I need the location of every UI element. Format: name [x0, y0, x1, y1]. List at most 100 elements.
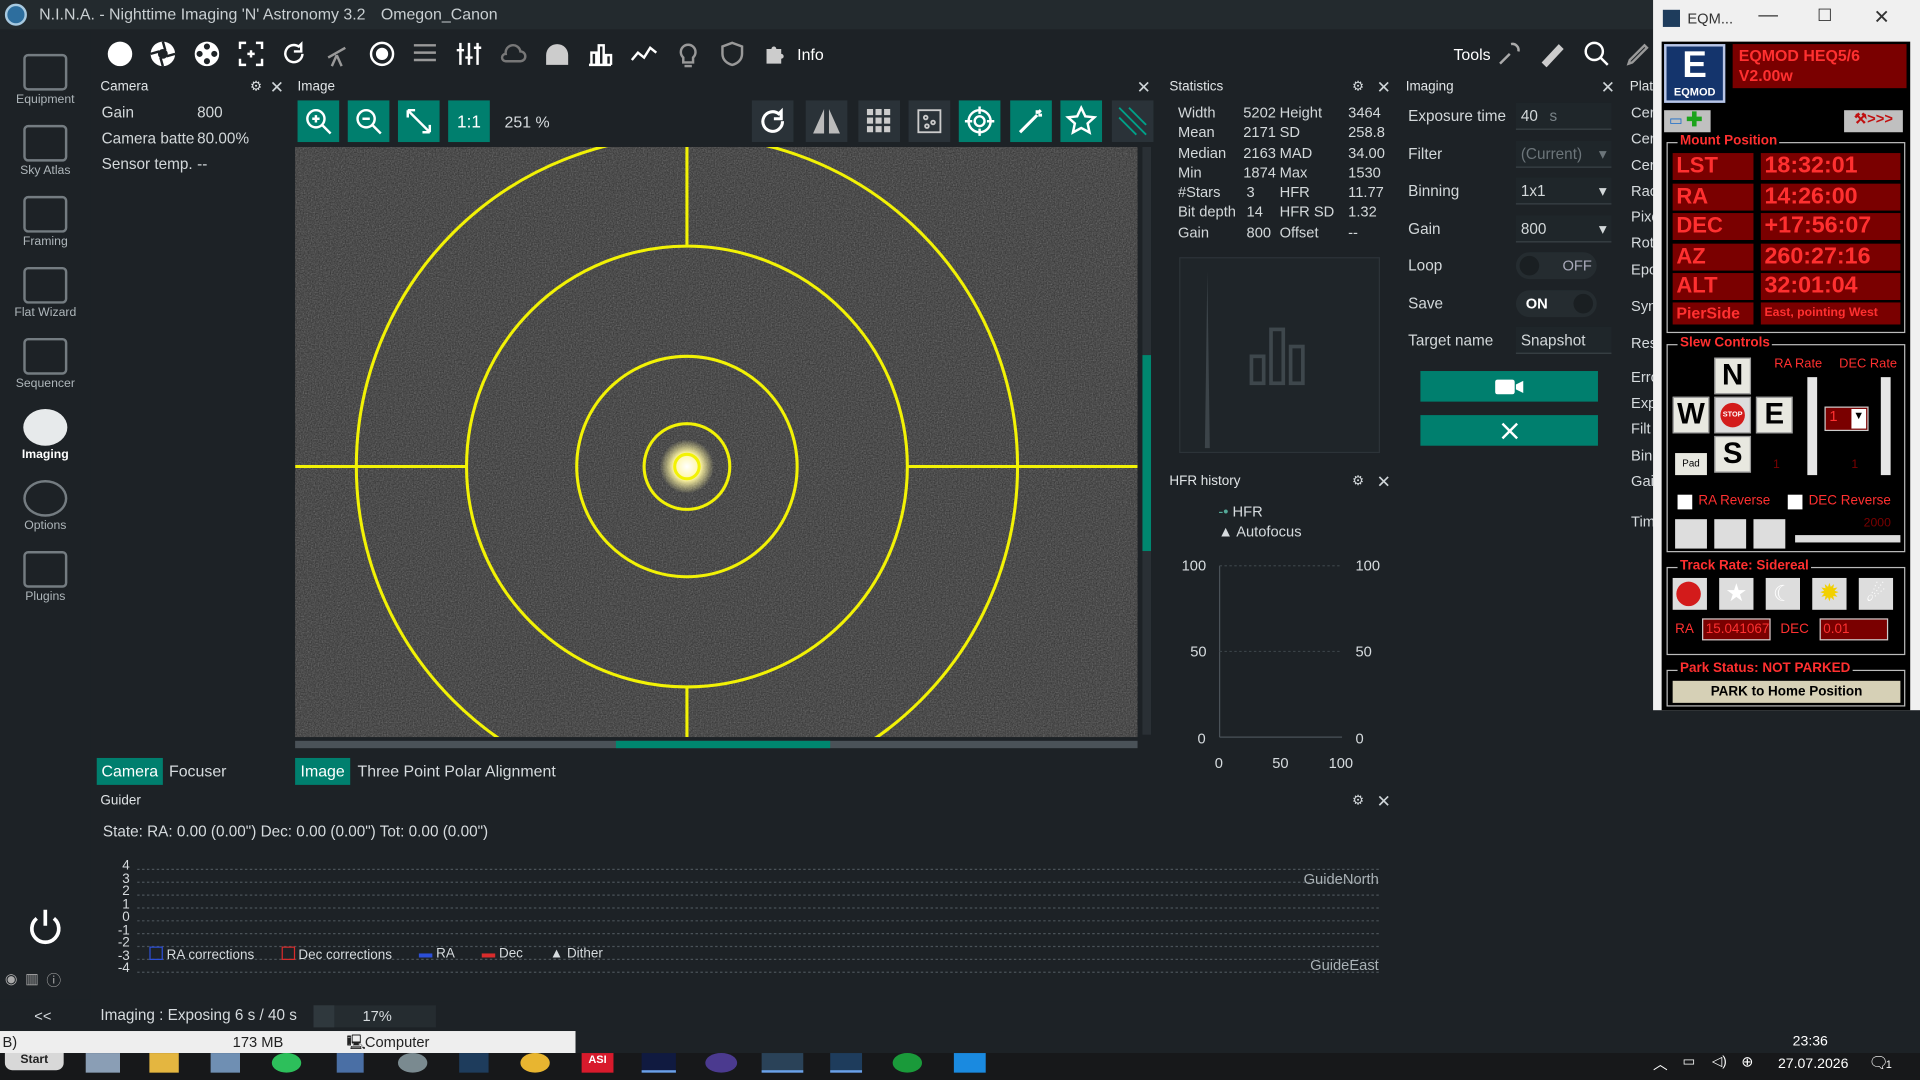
taskbar-app-icon[interactable] — [210, 1053, 241, 1073]
ruler-icon[interactable] — [1536, 37, 1570, 71]
whatsapp-icon[interactable] — [271, 1053, 302, 1073]
image-vertical-scrollbar[interactable] — [1142, 146, 1152, 735]
track-ra-input[interactable]: 15.041067 — [1702, 618, 1771, 641]
battery-icon[interactable]: ▭ — [1682, 1053, 1695, 1069]
telescope-icon[interactable] — [321, 37, 355, 71]
nav-sequencer[interactable]: Sequencer — [0, 331, 91, 400]
book-icon[interactable]: ▥ — [25, 970, 39, 987]
settings-icon[interactable]: ⚙ — [1352, 78, 1364, 95]
chrome-icon[interactable] — [520, 1053, 550, 1073]
globe-icon[interactable]: ⊕ — [1741, 1053, 1753, 1070]
slew-east-button[interactable]: E — [1755, 396, 1793, 434]
expand-panel-button[interactable]: ⚒>>> — [1844, 110, 1903, 133]
taskbar-app-icon[interactable] — [336, 1053, 364, 1073]
loop-toggle[interactable]: OFF — [1515, 252, 1597, 280]
image-canvas[interactable] — [295, 146, 1138, 738]
star-annotation-button[interactable] — [1060, 100, 1103, 143]
settings-icon[interactable]: ⚙ — [1352, 792, 1364, 808]
dec-reverse-checkbox[interactable] — [1787, 494, 1803, 510]
sharpcap-icon[interactable] — [641, 1053, 676, 1073]
start-capture-button[interactable] — [1420, 371, 1598, 402]
zoom-in-button[interactable] — [297, 100, 340, 143]
tab-camera[interactable]: Camera — [96, 757, 163, 785]
taskbar-time[interactable]: 23:36 — [1793, 1035, 1828, 1050]
close-window-button[interactable]: ✕ — [1873, 5, 1889, 29]
gamepad-icon[interactable] — [1753, 519, 1786, 549]
power-icon[interactable] — [27, 906, 64, 948]
nav-options[interactable]: Options — [0, 473, 91, 542]
pad-button[interactable]: Pad — [1675, 453, 1707, 476]
tab-three-point-polar-alignment[interactable]: Three Point Polar Alignment — [358, 758, 556, 785]
eqmod-taskbar-icon[interactable] — [830, 1053, 863, 1073]
settings-icon[interactable]: ⚙ — [250, 76, 262, 98]
ra-rate-slider[interactable] — [1807, 377, 1818, 476]
aperture-icon[interactable] — [146, 37, 180, 71]
binoculars-icon[interactable] — [1675, 519, 1707, 549]
grid-button[interactable] — [858, 100, 901, 143]
taskbar-app-icon[interactable] — [397, 1053, 428, 1073]
tool-icon[interactable] — [1493, 37, 1527, 71]
taskbar-app-icon[interactable] — [85, 1053, 121, 1073]
park-home-button[interactable]: PARK to Home Position — [1672, 680, 1901, 703]
slew-speed-slider[interactable] — [1795, 535, 1901, 543]
image-horizontal-scrollbar[interactable] — [295, 740, 1138, 749]
track-solar-sun-button[interactable]: ✹ — [1812, 577, 1847, 610]
dec-rate-slider[interactable] — [1880, 377, 1891, 476]
nina-taskbar-icon[interactable] — [761, 1053, 804, 1073]
crosshair-button[interactable] — [958, 100, 1001, 143]
auto-stretch-button[interactable] — [1010, 100, 1052, 143]
folder-icon[interactable] — [149, 1053, 179, 1073]
collapse-button[interactable]: << — [34, 1008, 51, 1025]
close-icon[interactable]: ✕ — [1137, 76, 1151, 98]
rate-select[interactable]: 1 ▼ — [1824, 406, 1869, 432]
taskbar-date[interactable]: 27.07.2026 — [1778, 1057, 1848, 1072]
asi-icon[interactable]: ASI — [581, 1053, 614, 1073]
track-dec-input[interactable]: 0.01 — [1819, 618, 1889, 641]
tools-label[interactable]: Tools — [1453, 45, 1490, 63]
speaker-icon[interactable]: ◁) — [1712, 1053, 1727, 1069]
nav-flat-wizard[interactable]: Flat Wizard — [0, 260, 91, 329]
nav-sky-atlas[interactable]: Sky Atlas — [0, 118, 91, 187]
close-icon[interactable]: ✕ — [1377, 76, 1391, 98]
phd2-icon[interactable] — [892, 1053, 923, 1073]
weather-icon[interactable] — [496, 37, 530, 71]
binning-select[interactable]: 1x1 ▾ — [1515, 177, 1612, 205]
star-detection-button[interactable] — [908, 100, 951, 143]
save-toggle[interactable]: ON — [1515, 290, 1597, 318]
close-icon[interactable]: ✕ — [270, 76, 284, 98]
switch-icon[interactable] — [408, 37, 442, 71]
slew-west-button[interactable]: W — [1672, 396, 1710, 434]
start-button[interactable]: Start — [4, 1053, 64, 1071]
nav-plugins[interactable]: Plugins — [0, 544, 91, 613]
chevron-up-icon[interactable]: ︿ — [1653, 1053, 1668, 1074]
track-stop-button[interactable] — [1672, 577, 1707, 610]
flat-panel-icon[interactable] — [671, 37, 705, 71]
cancel-capture-button[interactable] — [1420, 415, 1598, 446]
target-name-input[interactable]: Snapshot — [1515, 326, 1612, 354]
tab-focuser[interactable]: Focuser — [169, 758, 227, 785]
rotate-button[interactable] — [751, 100, 794, 143]
exposure-input[interactable]: 40 s — [1515, 102, 1612, 130]
slew-south-button[interactable]: S — [1714, 435, 1752, 473]
flip-button[interactable] — [805, 100, 848, 143]
pen-icon[interactable] — [1621, 37, 1655, 71]
track-lunar-moon-button[interactable]: ☾ — [1765, 577, 1801, 610]
gain-select[interactable]: 800 ▾ — [1515, 215, 1612, 243]
info-label[interactable]: Info — [797, 45, 824, 63]
eqmod-taskbar-icon[interactable] — [459, 1053, 489, 1073]
info-icon[interactable]: ⓘ — [46, 970, 61, 989]
zoom-one-to-one-button[interactable]: 1:1 — [448, 100, 490, 143]
nav-equipment[interactable]: Equipment — [0, 47, 91, 116]
ra-reverse-checkbox[interactable] — [1677, 494, 1693, 510]
close-icon[interactable]: ✕ — [1377, 470, 1391, 492]
track-custom-comet-button[interactable]: ☄ — [1858, 577, 1894, 610]
moon-icon[interactable] — [103, 37, 137, 71]
fit-to-screen-button[interactable] — [397, 100, 440, 143]
track-sidereal-star-button[interactable]: ★ — [1719, 577, 1754, 610]
maximize-button[interactable]: ☐ — [1817, 5, 1832, 26]
eye-icon[interactable]: ◉ — [5, 970, 18, 987]
close-icon[interactable]: ✕ — [1377, 790, 1391, 812]
safety-shield-icon[interactable] — [715, 37, 749, 71]
nav-framing[interactable]: Framing — [0, 189, 91, 258]
dome-icon[interactable] — [540, 37, 574, 71]
